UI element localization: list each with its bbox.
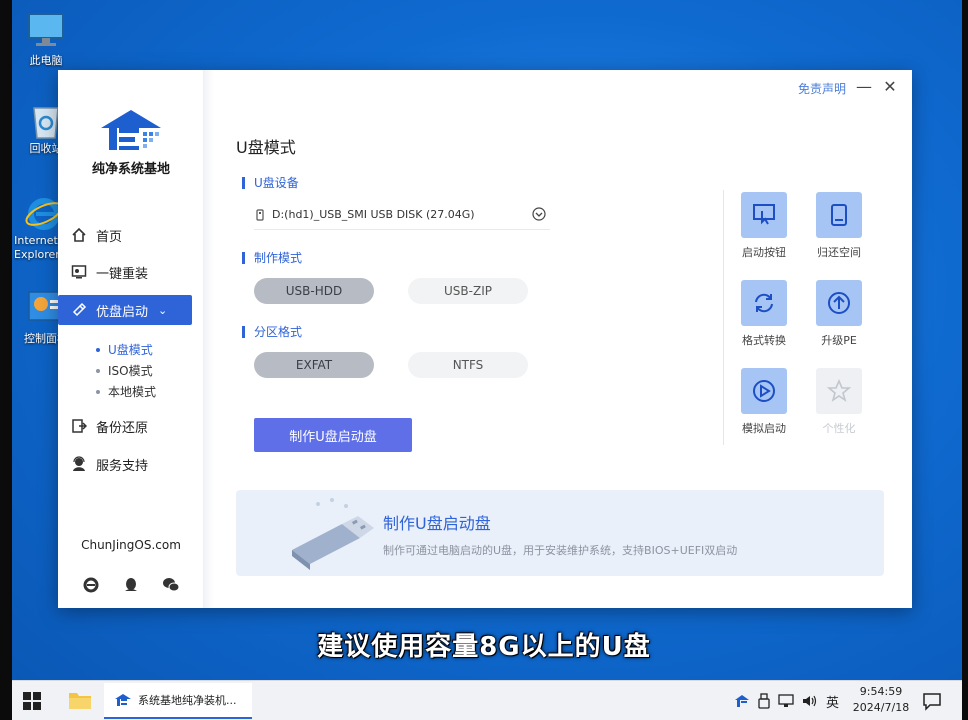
mode-usb-zip[interactable]: USB-ZIP bbox=[408, 278, 528, 304]
nav-item-usb-boot[interactable]: 优盘启动 ⌄ bbox=[58, 295, 192, 325]
upgrade-icon bbox=[816, 280, 862, 326]
chevron-down-icon: ⌄ bbox=[158, 303, 168, 317]
info-banner: 制作U盘启动盘 制作可通过电脑启动的U盘，用于安装维护系统，支持BIOS+UEF… bbox=[236, 490, 884, 576]
app-tray-icon[interactable] bbox=[734, 694, 750, 708]
nav-item-support[interactable]: 服务支持 bbox=[58, 449, 192, 479]
computer-icon bbox=[26, 12, 66, 48]
usb-tray-icon[interactable] bbox=[758, 693, 770, 709]
taskbar-clock[interactable]: 9:54:59 2024/7/18 bbox=[848, 684, 914, 716]
left-frame bbox=[0, 0, 12, 720]
personalize-icon bbox=[816, 368, 862, 414]
app-window: 纯净系统基地 首页 一键重装 优盘启动 ⌄ U盘模式 ISO模式 本地模式 备份… bbox=[58, 70, 912, 608]
sub-nav-usb-mode[interactable]: U盘模式 bbox=[96, 341, 153, 358]
network-icon[interactable] bbox=[778, 694, 794, 708]
minimize-button[interactable]: — bbox=[854, 76, 874, 96]
app-logo-icon bbox=[114, 693, 132, 707]
sidebar: 纯净系统基地 首页 一键重装 优盘启动 ⌄ U盘模式 ISO模式 本地模式 备份… bbox=[58, 70, 204, 608]
notification-icon[interactable] bbox=[922, 691, 942, 715]
support-icon bbox=[70, 455, 88, 473]
windows-start-icon[interactable] bbox=[22, 691, 42, 711]
social-links bbox=[80, 574, 182, 596]
partition-exfat[interactable]: EXFAT bbox=[254, 352, 374, 378]
banner-title: 制作U盘启动盘 bbox=[383, 514, 491, 533]
right-frame bbox=[962, 0, 968, 720]
make-usb-boot-button[interactable]: 制作U盘启动盘 bbox=[254, 418, 412, 452]
disclaimer-link[interactable]: 免责声明 bbox=[798, 80, 846, 97]
restore-space-icon bbox=[816, 192, 862, 238]
clock-date: 2024/7/18 bbox=[852, 701, 910, 714]
close-icon: ✕ bbox=[883, 76, 897, 96]
tool-personalize[interactable]: 个性化 bbox=[804, 368, 874, 436]
nav-item-backup[interactable]: 备份还原 bbox=[58, 411, 192, 441]
clock-time: 9:54:59 bbox=[859, 685, 903, 698]
file-explorer-icon[interactable] bbox=[68, 689, 92, 715]
desktop-icon-computer[interactable]: 此电脑 bbox=[16, 12, 76, 68]
format-convert-icon bbox=[741, 280, 787, 326]
usb-drive-icon bbox=[254, 208, 266, 221]
tool-upgrade-pe[interactable]: 升级PE bbox=[804, 280, 874, 348]
ie-icon[interactable] bbox=[80, 574, 102, 596]
close-button[interactable]: ✕ bbox=[880, 76, 900, 96]
section-make-mode: 制作模式 bbox=[242, 249, 302, 266]
sub-nav-iso-mode[interactable]: ISO模式 bbox=[96, 362, 153, 379]
brand-logo: 纯净系统基地 bbox=[58, 106, 204, 177]
usb-drive-illustration bbox=[288, 494, 378, 576]
page-title: U盘模式 bbox=[236, 138, 296, 157]
device-select[interactable]: D:(hd1)_USB_SMI USB DISK (27.04G) bbox=[254, 200, 550, 230]
tool-simulate-boot[interactable]: 模拟启动 bbox=[729, 368, 799, 436]
section-partition-format: 分区格式 bbox=[242, 323, 302, 340]
nav-item-reinstall[interactable]: 一键重装 bbox=[58, 257, 192, 287]
wechat-icon[interactable] bbox=[160, 574, 182, 596]
boot-key-icon bbox=[741, 192, 787, 238]
taskbar-app-button[interactable]: 系统基地纯净装机... bbox=[104, 683, 252, 719]
backup-icon bbox=[70, 417, 88, 435]
mode-usb-hdd[interactable]: USB-HDD bbox=[254, 278, 374, 304]
volume-icon[interactable] bbox=[802, 694, 818, 708]
home-icon bbox=[70, 226, 88, 244]
usb-boot-icon bbox=[70, 301, 88, 319]
video-caption: 建议使用容量8G以上的U盘 bbox=[317, 632, 651, 662]
chevron-down-icon bbox=[532, 207, 546, 224]
device-value: D:(hd1)_USB_SMI USB DISK (27.04G) bbox=[272, 208, 475, 221]
system-tray: 英 bbox=[734, 681, 839, 720]
tool-format-convert[interactable]: 格式转换 bbox=[729, 280, 799, 348]
banner-description: 制作可通过电脑启动的U盘，用于安装维护系统，支持BIOS+UEFI双启动 bbox=[383, 544, 738, 557]
section-usb-device: U盘设备 bbox=[242, 174, 299, 191]
taskbar: 系统基地纯净装机... 英 9:54:59 2024/7/18 bbox=[12, 680, 962, 720]
site-url: ChunJingOS.com bbox=[81, 538, 181, 552]
sub-nav-local-mode[interactable]: 本地模式 bbox=[96, 383, 156, 400]
logo-icon bbox=[101, 110, 161, 150]
partition-ntfs[interactable]: NTFS bbox=[408, 352, 528, 378]
play-icon bbox=[741, 368, 787, 414]
brand-name: 纯净系统基地 bbox=[91, 162, 170, 177]
tool-restore-space[interactable]: 归还空间 bbox=[804, 192, 874, 260]
ime-indicator[interactable]: 英 bbox=[826, 692, 839, 711]
tool-boot-key[interactable]: 启动按钮 bbox=[729, 192, 799, 260]
reinstall-icon bbox=[70, 263, 88, 281]
qq-icon[interactable] bbox=[120, 574, 142, 596]
nav-item-home[interactable]: 首页 bbox=[58, 220, 192, 250]
